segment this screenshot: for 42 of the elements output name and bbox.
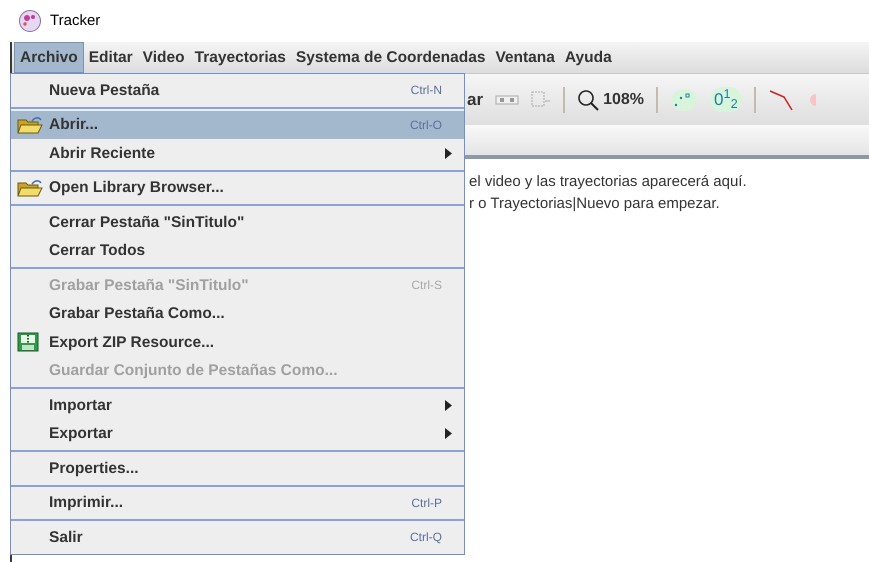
- window-title: Tracker: [50, 10, 100, 31]
- menu-bar-item[interactable]: Ventana: [490, 42, 560, 73]
- menu-item[interactable]: Grabar Pestaña Como...: [11, 300, 464, 328]
- menu-bar-item[interactable]: Editar: [84, 42, 138, 73]
- menu-item[interactable]: Open Library Browser...: [11, 174, 464, 202]
- menu-item[interactable]: Importar: [11, 391, 464, 420]
- zoom-button[interactable]: 108%: [577, 88, 644, 112]
- menu-item[interactable]: Export ZIP Resource...: [11, 328, 464, 356]
- menu-bar-item[interactable]: Archivo: [14, 42, 84, 73]
- menu-bar-item[interactable]: Systema de Coordenadas: [290, 42, 490, 73]
- shortcut-label: Ctrl-O: [410, 116, 442, 134]
- points-icon: [670, 88, 698, 112]
- zip-icon: [17, 332, 39, 352]
- menu-item[interactable]: Salir Ctrl-Q: [11, 523, 464, 552]
- menu-item[interactable]: Imprimir... Ctrl-P: [11, 488, 464, 517]
- menu-item[interactable]: Properties...: [11, 454, 464, 482]
- menu-item[interactable]: Abrir Reciente: [11, 139, 464, 168]
- menu-bar-item[interactable]: Trayectorias: [190, 42, 291, 73]
- toolbar-label: ar: [467, 88, 484, 111]
- folder-icon: [17, 116, 43, 134]
- folder-icon: [17, 178, 43, 197]
- submenu-arrow-icon: [445, 428, 452, 440]
- shortcut-label: Ctrl-S: [411, 277, 442, 294]
- clip-icon: [495, 94, 520, 104]
- shortcut-label: Ctrl-N: [410, 82, 442, 100]
- menu-item[interactable]: Exportar: [11, 420, 464, 448]
- submenu-arrow-icon: [445, 148, 452, 159]
- hint-text: el video y las trayectorias aparecerá aquí.: [469, 172, 748, 192]
- shortcut-label: Ctrl-Q: [410, 529, 442, 546]
- menu-item[interactable]: Nueva Pestaña Ctrl-N: [11, 76, 464, 104]
- submenu-arrow-icon: [445, 400, 452, 411]
- hint-text: r o Trayectorias|Nuevo para empezar.: [469, 194, 721, 214]
- search-icon: [577, 88, 600, 110]
- menu-item[interactable]: Abrir... Ctrl-O: [11, 110, 464, 139]
- menu-item[interactable]: Cerrar Pestaña "SinTitulo": [11, 208, 464, 236]
- menu-bar-item[interactable]: Ayuda: [560, 42, 617, 73]
- app-logo-icon: [18, 9, 42, 33]
- grid-icon: [531, 90, 552, 108]
- marker-icon: [808, 94, 816, 106]
- menu-bar-item[interactable]: Video: [138, 42, 190, 73]
- shortcut-label: Ctrl-P: [411, 494, 442, 512]
- menu-item[interactable]: Cerrar Todos: [11, 236, 464, 265]
